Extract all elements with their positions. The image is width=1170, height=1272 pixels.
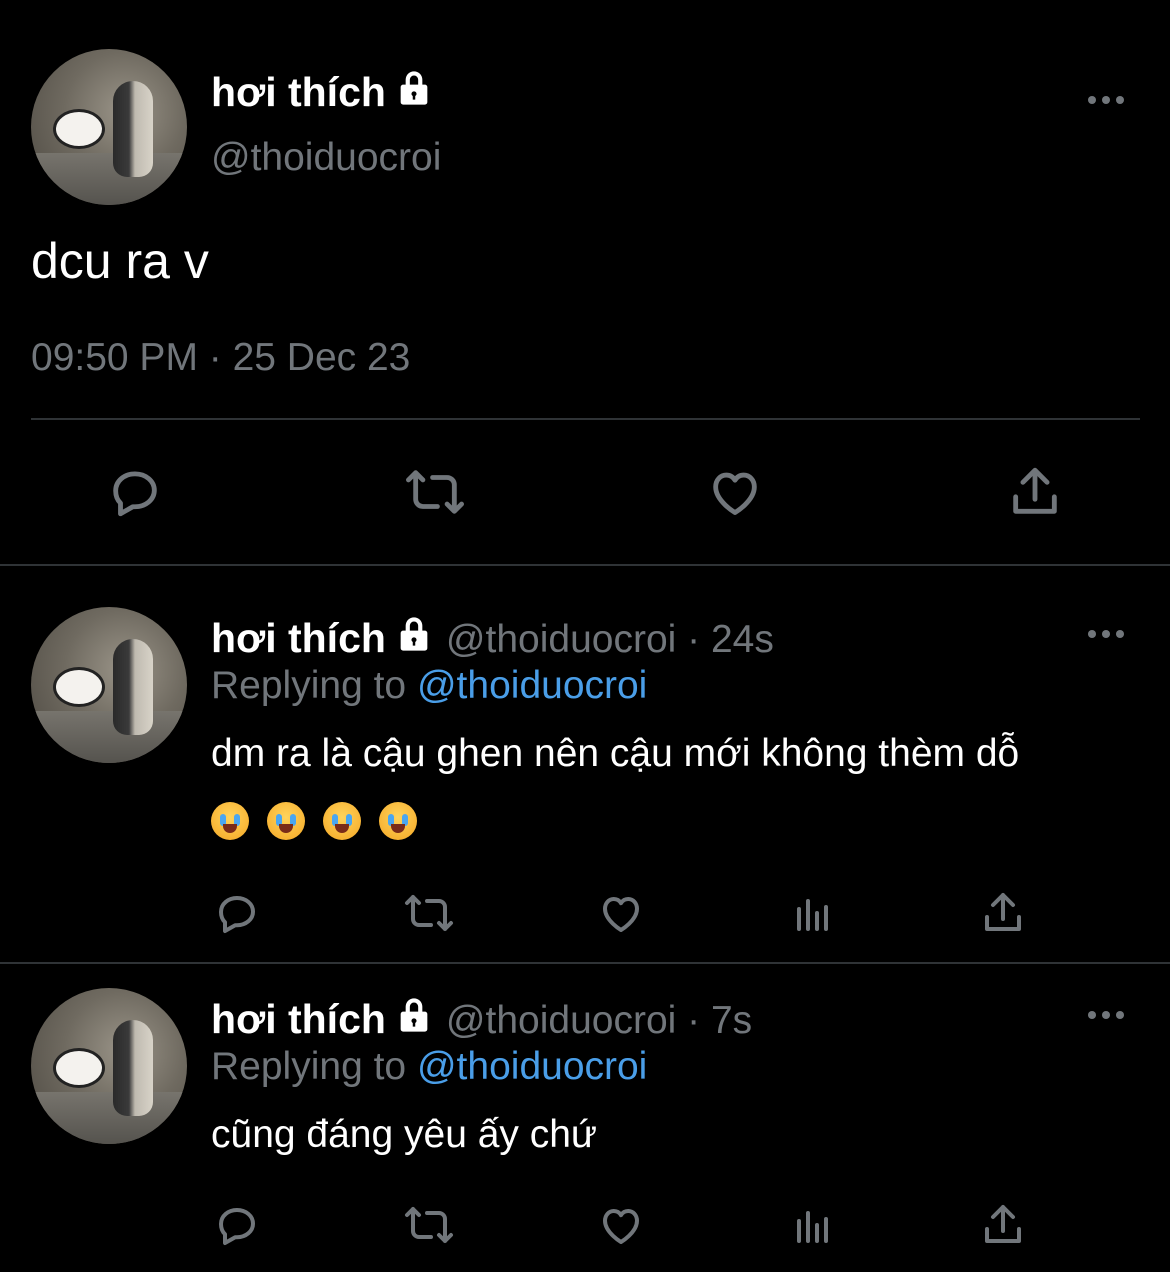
loudly-crying-face-icon — [379, 802, 417, 840]
more-icon[interactable] — [1088, 628, 1128, 640]
retweet-button[interactable] — [400, 1200, 458, 1250]
emoji-line — [211, 802, 417, 840]
share-icon — [985, 1205, 1021, 1243]
like-icon — [713, 472, 757, 515]
like-button[interactable] — [596, 1200, 646, 1250]
retweet-icon — [405, 895, 453, 931]
like-button[interactable] — [705, 462, 765, 522]
tweet-text: dcu ra v — [31, 233, 209, 289]
handle-time[interactable]: @thoiduocroi · 7s — [446, 999, 752, 1042]
share-button[interactable] — [978, 1200, 1028, 1250]
replying-to: Replying to @thoiduocroi — [211, 664, 648, 707]
views-button[interactable] — [788, 1200, 838, 1250]
timestamp[interactable]: 09:50 PM · 25 Dec 23 — [31, 336, 410, 380]
avatar[interactable] — [31, 49, 187, 205]
like-button[interactable] — [596, 888, 646, 938]
loudly-crying-face-icon — [323, 802, 361, 840]
more-icon[interactable] — [1088, 1009, 1128, 1021]
views-icon — [797, 1211, 828, 1243]
like-icon — [603, 897, 639, 932]
views-button[interactable] — [788, 888, 838, 938]
share-icon — [1013, 467, 1057, 514]
section-divider — [0, 564, 1170, 566]
replying-to: Replying to @thoiduocroi — [211, 1045, 648, 1088]
reply-icon — [113, 471, 157, 517]
display-name[interactable]: hơi thích — [211, 68, 434, 116]
lock-icon — [400, 617, 428, 651]
lock-icon — [400, 998, 428, 1032]
share-button[interactable] — [978, 888, 1028, 938]
retweet-button[interactable] — [400, 888, 458, 938]
reply-button[interactable] — [212, 1200, 262, 1250]
views-icon — [797, 899, 828, 931]
avatar[interactable] — [31, 607, 187, 763]
reply-button[interactable] — [212, 888, 262, 938]
like-icon — [603, 1209, 639, 1244]
avatar[interactable] — [31, 988, 187, 1144]
share-button[interactable] — [1004, 462, 1066, 522]
reply-header: hơi thích @thoiduocroi · 7s — [211, 995, 752, 1043]
reply-header: hơi thích @thoiduocroi · 24s — [211, 614, 774, 662]
handle-time[interactable]: @thoiduocroi · 24s — [446, 618, 774, 661]
retweet-button[interactable] — [400, 462, 470, 522]
display-name[interactable]: hơi thích — [211, 615, 386, 661]
more-icon[interactable] — [1088, 94, 1128, 106]
loudly-crying-face-icon — [267, 802, 305, 840]
reply-icon — [219, 1208, 255, 1245]
mention-link[interactable]: @thoiduocroi — [417, 664, 647, 707]
lock-icon — [400, 71, 428, 105]
display-name[interactable]: hơi thích — [211, 996, 386, 1042]
reply-button[interactable] — [104, 462, 166, 522]
section-divider — [0, 962, 1170, 964]
loudly-crying-face-icon — [211, 802, 249, 840]
handle[interactable]: @thoiduocroi — [211, 136, 441, 180]
share-icon — [985, 893, 1021, 931]
mention-link[interactable]: @thoiduocroi — [417, 1045, 647, 1088]
divider — [31, 418, 1140, 420]
tweet-text: dm ra là cậu ghen nên cậu mới không thèm… — [211, 732, 1020, 775]
retweet-icon — [405, 1207, 453, 1243]
retweet-icon — [405, 470, 464, 514]
reply-icon — [219, 896, 255, 933]
tweet-text: cũng đáng yêu ấy chứ — [211, 1113, 598, 1156]
